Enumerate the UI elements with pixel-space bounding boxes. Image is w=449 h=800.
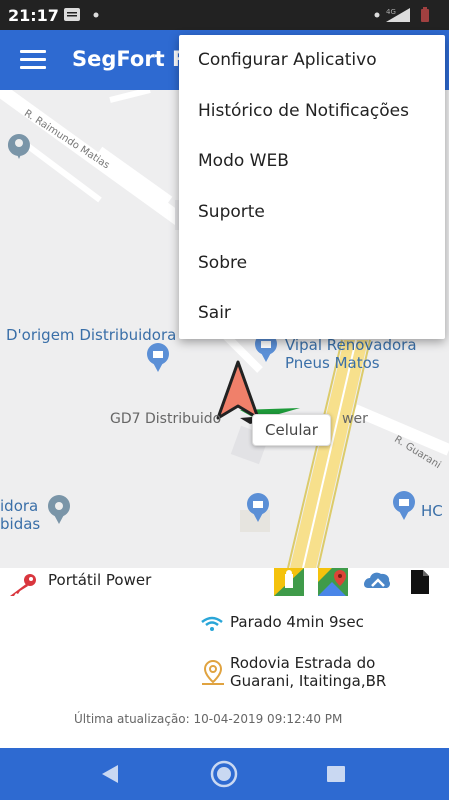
google-maps-icon[interactable] xyxy=(318,568,350,596)
document-icon[interactable] xyxy=(409,570,431,594)
status-text: Parado 4min 9sec xyxy=(230,613,364,631)
system-icons: 4G xyxy=(373,6,439,29)
hamburger-menu-button[interactable] xyxy=(20,50,46,70)
street-view-icon[interactable] xyxy=(274,568,304,596)
system-nav-bar xyxy=(0,748,449,800)
home-icon[interactable] xyxy=(209,760,239,788)
place-label: Pneus Matos xyxy=(285,354,380,372)
network-type: 4G xyxy=(386,8,396,16)
battery-icon xyxy=(421,9,429,22)
menu-item-modo-web[interactable]: Modo WEB xyxy=(179,136,445,187)
vehicle-marker-icon xyxy=(216,360,260,420)
device-info-panel: Portátil Power Parado 4min 9sec Rodovia … xyxy=(0,568,449,748)
store-pin-icon xyxy=(393,491,415,520)
place-label: bidas xyxy=(0,515,41,533)
menu-item-suporte[interactable]: Suporte xyxy=(179,187,445,238)
location-pin-icon xyxy=(202,660,224,685)
address-text: Rodovia Estrada do Guarani, Itaitinga,BR xyxy=(230,654,387,690)
notification-icons xyxy=(62,6,102,29)
poi-pin-icon xyxy=(7,134,30,159)
place-label: wer xyxy=(342,411,368,427)
menu-item-sair[interactable]: Sair xyxy=(179,288,445,339)
dot-icon xyxy=(93,12,99,18)
place-label: GD7 Distribuido xyxy=(110,411,222,427)
menu-item-sobre[interactable]: Sobre xyxy=(179,237,445,288)
poi-pin-icon xyxy=(48,495,70,524)
share-icon[interactable] xyxy=(362,570,392,594)
dot-icon xyxy=(374,12,380,18)
place-label: idora xyxy=(0,497,39,515)
menu-item-historico[interactable]: Histórico de Notificações xyxy=(179,86,445,137)
device-popup[interactable]: Celular xyxy=(252,414,331,446)
app-title: SegFort R xyxy=(72,47,189,71)
recent-apps-icon[interactable] xyxy=(326,765,346,783)
place-label: D'origem Distribuidora xyxy=(6,326,177,344)
overflow-menu: Configurar Aplicativo Histórico de Notif… xyxy=(179,35,445,339)
wifi-signal-icon xyxy=(201,616,223,631)
place-label: HC xyxy=(421,502,443,520)
status-bar: 21:17 4G xyxy=(0,0,449,30)
menu-item-configurar[interactable]: Configurar Aplicativo xyxy=(179,35,445,86)
device-name: Portátil Power xyxy=(48,571,152,589)
message-icon xyxy=(64,8,80,21)
back-icon[interactable] xyxy=(100,764,120,784)
key-icon xyxy=(10,574,36,596)
status-time: 21:17 xyxy=(8,6,59,25)
store-pin-icon xyxy=(147,343,169,372)
last-update-text: Última atualização: 10-04-2019 09:12:40 … xyxy=(74,712,343,726)
